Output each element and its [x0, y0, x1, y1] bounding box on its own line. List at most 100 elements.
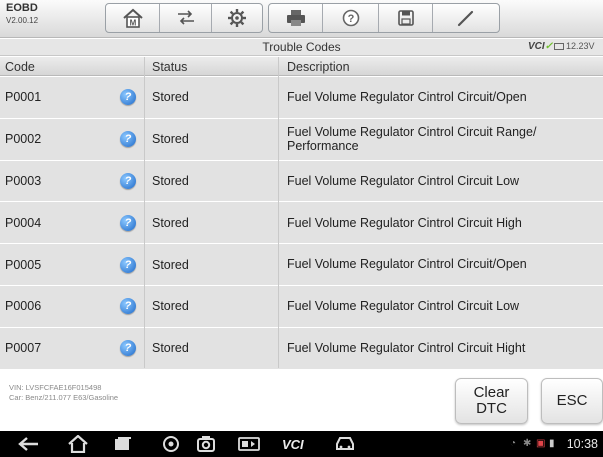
bluetooth-icon: ✱	[523, 438, 532, 449]
top-toolbar: EOBD V2.00.12 M ?	[0, 0, 603, 38]
printer-icon	[286, 10, 305, 26]
vehicle-swap-icon	[177, 10, 194, 25]
help-icon[interactable]: ?	[120, 172, 136, 189]
title-bar: Trouble Codes VCI✓ 12.23V	[0, 39, 603, 56]
print-button[interactable]	[269, 4, 323, 32]
car-icon	[336, 437, 354, 450]
help-icon[interactable]: ?	[120, 89, 136, 106]
header-status: Status	[152, 60, 188, 74]
home-nav-button[interactable]	[67, 435, 89, 453]
help-icon[interactable]: ?	[120, 131, 136, 148]
dtc-code: P0005	[5, 257, 42, 272]
dtc-status: Stored	[152, 215, 189, 230]
vci-app-button[interactable]: VCI	[282, 435, 304, 453]
dtc-description: Fuel Volume Regulator Cintrol Circuit/Op…	[287, 90, 527, 105]
recent-apps-button[interactable]	[113, 435, 133, 453]
pen-icon	[457, 10, 474, 27]
screen-mirror-button[interactable]	[238, 435, 260, 453]
dtc-status: Stored	[152, 341, 189, 356]
dtc-status: Stored	[152, 299, 189, 314]
home-icon: M	[122, 8, 143, 28]
dtc-code: P0004	[5, 215, 42, 230]
dtc-table: P0001 ? Stored Fuel Volume Regulator Cin…	[0, 77, 603, 370]
column-divider	[278, 57, 279, 368]
dtc-description: Fuel Volume Regulator Cintrol Circuit Ra…	[287, 124, 537, 154]
edit-button[interactable]	[433, 4, 499, 32]
vci-label: VCI	[528, 41, 545, 52]
wifi-icon: ◔	[510, 438, 517, 449]
esc-button[interactable]: ESC	[541, 378, 603, 424]
help-icon[interactable]: ?	[120, 256, 136, 273]
table-row[interactable]: P0001 ? Stored Fuel Volume Regulator Cin…	[0, 77, 603, 119]
battery-voltage: 12.23V	[554, 41, 595, 51]
vci-indicator: VCI✓	[528, 41, 553, 52]
help-button[interactable]: ?	[323, 4, 379, 32]
clear-dtc-button[interactable]: Clear DTC	[455, 378, 528, 424]
home-nav-icon	[68, 435, 88, 453]
battery-voltage-value: 12.23V	[566, 41, 595, 51]
help-icon[interactable]: ?	[120, 340, 136, 357]
vin-text: VIN: LVSFCFAE16F015498	[9, 383, 102, 392]
save-icon	[397, 10, 414, 26]
dtc-status: Stored	[152, 257, 189, 272]
battery-status-icon: ▮	[549, 438, 555, 449]
vehicle-app-button[interactable]	[334, 435, 356, 453]
dtc-code: P0002	[5, 132, 42, 147]
dtc-code: P0006	[5, 299, 42, 314]
save-button[interactable]	[379, 4, 433, 32]
dtc-description: Fuel Volume Regulator Cintrol Circuit Hi…	[287, 340, 526, 355]
page-title: Trouble Codes	[262, 40, 341, 54]
app-name: EOBD	[6, 2, 38, 14]
table-row[interactable]: P0002 ? Stored Fuel Volume Regulator Cin…	[0, 118, 603, 161]
settings-button[interactable]	[212, 4, 262, 32]
dtc-description: Fuel Volume Regulator Cintrol Circuit/Op…	[287, 257, 527, 272]
clear-dtc-label-line2: DTC	[476, 400, 507, 417]
browser-button[interactable]	[162, 435, 180, 453]
screen-mirror-icon	[238, 437, 260, 451]
dtc-description: Fuel Volume Regulator Cintrol Circuit Hi…	[287, 215, 522, 230]
table-row[interactable]: P0004 ? Stored Fuel Volume Regulator Cin…	[0, 202, 603, 245]
battery-icon	[554, 43, 564, 51]
dtc-status: Stored	[152, 90, 189, 105]
vci-app-label: VCI	[282, 436, 304, 452]
column-divider	[144, 57, 145, 368]
svg-text:?: ?	[347, 13, 354, 25]
header-description: Description	[287, 60, 350, 74]
table-row[interactable]: P0003 ? Stored Fuel Volume Regulator Cin…	[0, 160, 603, 203]
header-code: Code	[5, 60, 35, 74]
dtc-code: P0001	[5, 90, 42, 105]
dtc-status: Stored	[152, 173, 189, 188]
clear-dtc-label-line1: Clear	[473, 384, 510, 402]
footer-bar: VIN: LVSFCFAE16F015498 Car: Benz/211.077…	[0, 370, 603, 431]
system-clock: 10:38	[566, 437, 598, 451]
app-version: V2.00.12	[6, 15, 39, 25]
dtc-description: Fuel Volume Regulator Cintrol Circuit Lo…	[287, 173, 520, 188]
table-header: Code Status Description	[0, 57, 603, 76]
home-button[interactable]: M	[106, 4, 160, 32]
back-icon	[18, 437, 38, 451]
help-icon[interactable]: ?	[120, 214, 136, 231]
app-identity: EOBD V2.00.12	[6, 2, 39, 25]
toolbar-group-right: ?	[268, 3, 500, 33]
help-icon[interactable]: ?	[120, 298, 136, 315]
back-button[interactable]	[18, 435, 40, 453]
table-row[interactable]: P0005 ? Stored Fuel Volume Regulator Cin…	[0, 244, 603, 286]
dtc-code: P0003	[5, 173, 42, 188]
camera-button[interactable]	[196, 435, 216, 453]
gear-icon	[228, 9, 246, 27]
dtc-code: P0007	[5, 341, 42, 356]
help-icon: ?	[342, 9, 359, 27]
table-row[interactable]: P0007 ? Stored Fuel Volume Regulator Cin…	[0, 327, 603, 370]
notification-icon: ▣	[536, 438, 546, 449]
recent-apps-icon	[115, 437, 131, 450]
vehicle-swap-button[interactable]	[160, 4, 212, 32]
browser-icon	[163, 436, 179, 452]
dtc-description: Fuel Volume Regulator Cintrol Circuit Lo…	[287, 299, 520, 314]
car-text: Car: Benz/211.077 E63/Gasoline	[9, 393, 119, 403]
table-row[interactable]: P0006 ? Stored Fuel Volume Regulator Cin…	[0, 285, 603, 328]
system-nav-bar: VCI ◔ ✱ ▣ ▮ 10:38	[0, 431, 603, 457]
svg-text:M: M	[129, 19, 136, 28]
dtc-status: Stored	[152, 132, 189, 147]
toolbar-group-left: M	[105, 3, 263, 33]
vehicle-info: VIN: LVSFCFAE16F015498 Car: Benz/211.077…	[9, 383, 118, 403]
